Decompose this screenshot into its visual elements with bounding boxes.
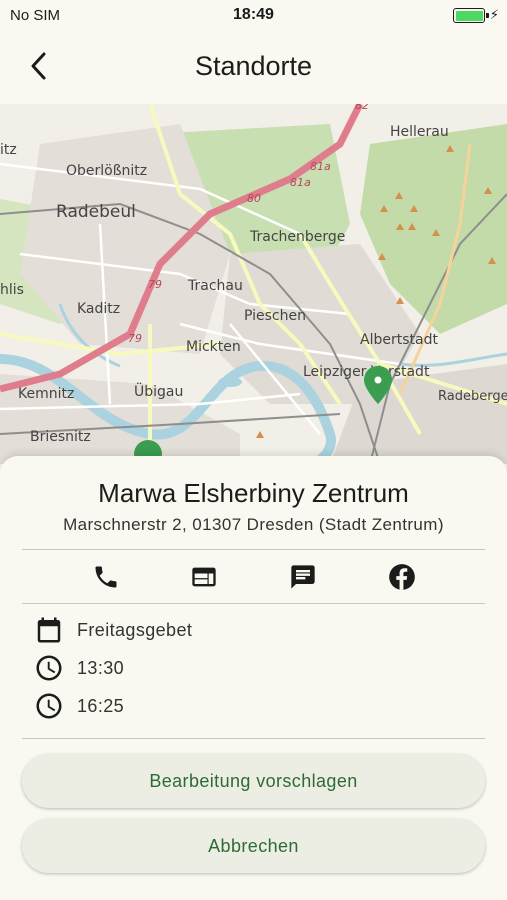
clock-icon (36, 693, 62, 719)
facebook-icon (389, 564, 415, 590)
road-shield-80: 80 (247, 192, 261, 205)
map-label-radeberger-vorstadt: Radeberger Vorstadt (438, 389, 507, 404)
message-icon (291, 565, 315, 589)
clock-icon (36, 655, 62, 681)
status-bar: No SIM 18:49 ⚡ (0, 0, 507, 32)
road-shield-79-2: 79 (128, 332, 142, 345)
page-title: Standorte (194, 51, 313, 81)
map-label-albertstadt: Albertstadt (360, 332, 438, 348)
map-label-mickten: Mickten (186, 339, 241, 355)
map-label-trachau: Trachau (187, 278, 243, 294)
map-view[interactable]: 81a 81a 80 79 79 82 Hellerau Oberlößnitz… (0, 104, 507, 464)
map-label-itz: itz (0, 142, 17, 158)
divider (22, 738, 485, 739)
map-label-hlis: hlis (0, 282, 24, 298)
divider (22, 603, 485, 604)
web-icon (192, 567, 216, 587)
prayer-time-1: 13:30 (77, 657, 125, 678)
map-label-kaditz: Kaditz (77, 301, 120, 317)
road-shield-81a-2: 81a (290, 176, 311, 189)
phone-icon (95, 566, 117, 588)
location-address: Marschnerstr 2, 01307 Dresden (Stadt Zen… (63, 515, 444, 534)
info-row-time-2: 16:25 (34, 691, 124, 721)
website-button[interactable] (183, 556, 225, 598)
calendar-icon (37, 617, 61, 643)
suggest-edit-button[interactable]: Bearbeitung vorschlagen (22, 754, 485, 808)
battery-level (455, 10, 483, 21)
location-detail-sheet: Marwa Elsherbiny Zentrum Marschnerstr 2,… (0, 456, 507, 900)
divider (22, 549, 485, 550)
info-row-time-1: 13:30 (34, 653, 124, 683)
status-time: 18:49 (233, 6, 274, 23)
info-row-day: Freitagsgebet (34, 615, 192, 645)
road-shield-82: 82 (355, 104, 369, 112)
map-label-kemnitz: Kemnitz (18, 386, 74, 402)
map-label-pieschen: Pieschen (244, 308, 306, 324)
location-name: Marwa Elsherbiny Zentrum (98, 478, 409, 508)
map-label-oberloessnitz: Oberlößnitz (66, 163, 147, 179)
road-shield-79-1: 79 (148, 278, 162, 291)
road-shield-81a-1: 81a (310, 160, 331, 173)
cancel-button[interactable]: Abbrechen (22, 819, 485, 873)
map-label-radebeul: Radebeul (56, 202, 136, 222)
call-button[interactable] (85, 556, 127, 598)
map-label-briesnitz: Briesnitz (30, 429, 91, 445)
battery-icon (453, 8, 489, 23)
map-label-trachenberge: Trachenberge (249, 229, 345, 245)
map-label-uebigau: Übigau (134, 382, 183, 400)
nav-bar: Standorte (0, 32, 507, 104)
map-label-hellerau: Hellerau (390, 124, 449, 140)
charging-icon: ⚡ (489, 7, 499, 22)
prayer-time-2: 16:25 (77, 695, 125, 716)
message-button[interactable] (282, 556, 324, 598)
action-bar (56, 556, 451, 598)
prayer-day: Freitagsgebet (77, 619, 193, 640)
facebook-button[interactable] (381, 556, 423, 598)
